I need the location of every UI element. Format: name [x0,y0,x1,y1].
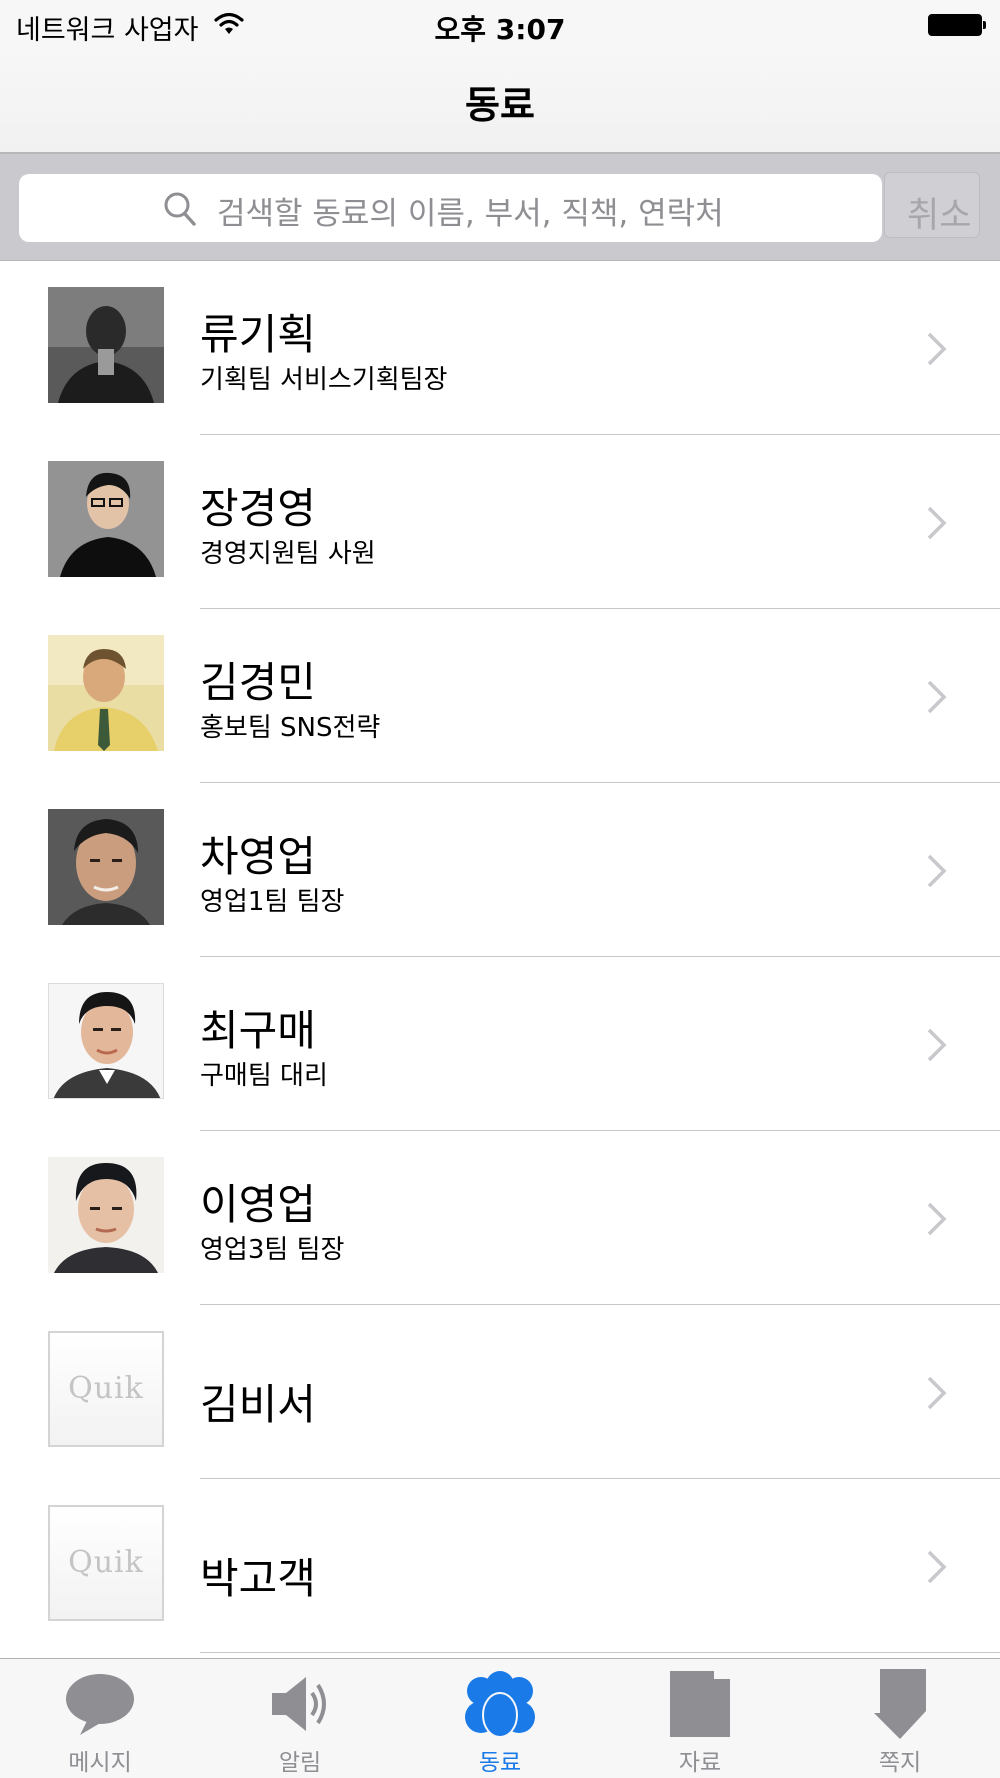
quik-logo: Quik [68,1371,144,1406]
chevron-right-icon [927,680,947,714]
colleague-title: 기획팀 서비스기획팀장 [200,365,448,395]
search-bar: 검색할 동료의 이름, 부서, 직책, 연락처 취소 [0,154,1000,261]
chevron-right-icon [927,1202,947,1236]
colleague-title: 홍보팀 SNS전략 [200,713,381,743]
page-title: 동료 [465,83,535,127]
search-input[interactable]: 검색할 동료의 이름, 부서, 직책, 연락처 [19,174,882,242]
note-arrow-icon [874,1669,926,1739]
chevron-right-icon [927,1550,947,1584]
tab-documents[interactable]: 자료 [600,1659,800,1778]
tab-notifications[interactable]: 알림 [200,1659,400,1778]
colleague-list: 류기획 기획팀 서비스기획팀장 장경영 경영지원팀 사원 김경민 홍보팀 SNS… [0,261,1000,1658]
colleague-row[interactable]: 이영업 영업3팀 팀장 [0,1131,1000,1305]
quik-logo: Quik [68,1545,144,1580]
avatar [48,287,164,403]
colleague-row[interactable]: Quik 김비서 [0,1305,1000,1479]
document-icon [670,1671,730,1737]
colleague-name: 이영업 [200,1180,316,1229]
navigation-bar: 동료 [0,50,1000,154]
colleague-row[interactable]: Quik 박고객 [0,1479,1000,1653]
search-placeholder: 검색할 동료의 이름, 부서, 직책, 연락처 [217,196,724,232]
tab-notes[interactable]: 쪽지 [800,1659,1000,1778]
colleague-name: 차영업 [200,832,316,881]
tab-label: 메시지 [68,1750,132,1776]
colleague-name: 장경영 [200,484,316,533]
tab-colleagues[interactable]: 동료 [400,1659,600,1778]
avatar [48,983,164,1099]
colleague-name: 최구매 [200,1006,316,1055]
quik-placeholder-avatar: Quik [48,1331,164,1447]
colleague-row[interactable]: 최구매 구매팀 대리 [0,957,1000,1131]
colleague-row[interactable]: 장경영 경영지원팀 사원 [0,435,1000,609]
tab-messages[interactable]: 메시지 [0,1659,200,1778]
avatar [48,461,164,577]
colleague-title: 영업3팀 팀장 [200,1235,345,1265]
colleague-name: 김경민 [200,658,316,707]
speech-bubble-icon [66,1674,134,1735]
cancel-button[interactable]: 취소 [884,172,980,238]
chevron-right-icon [927,854,947,888]
tab-label: 자료 [678,1750,722,1776]
colleague-name: 류기획 [200,310,316,359]
chevron-right-icon [927,332,947,366]
chevron-right-icon [927,506,947,540]
colleague-name: 박고객 [200,1554,316,1603]
tab-label: 쪽지 [878,1750,922,1776]
colleague-row[interactable]: 차영업 영업1팀 팀장 [0,783,1000,957]
status-time: 오후 3:07 [434,13,566,46]
colleague-title: 경영지원팀 사원 [200,539,376,569]
tab-bar: 메시지 알림 동료 자료 쪽지 [0,1658,1000,1778]
avatar [48,1157,164,1273]
colleague-name: 김비서 [200,1380,316,1429]
search-icon [164,192,196,226]
speaker-icon [272,1677,326,1731]
colleague-row[interactable]: 류기획 기획팀 서비스기획팀장 [0,261,1000,435]
status-bar: 네트워크 사업자 오후 3:07 [0,0,1000,50]
tab-label: 동료 [478,1750,522,1776]
avatar [48,635,164,751]
colleague-title: 영업1팀 팀장 [200,887,345,917]
battery-icon [928,14,986,36]
colleague-title: 구매팀 대리 [200,1061,328,1091]
people-icon [465,1671,535,1738]
row-divider [200,1652,1000,1653]
tab-label: 알림 [278,1750,322,1776]
chevron-right-icon [927,1028,947,1062]
avatar [48,809,164,925]
quik-placeholder-avatar: Quik [48,1505,164,1621]
colleague-row[interactable]: 김경민 홍보팀 SNS전략 [0,609,1000,783]
chevron-right-icon [927,1376,947,1410]
cancel-label: 취소 [907,196,972,236]
